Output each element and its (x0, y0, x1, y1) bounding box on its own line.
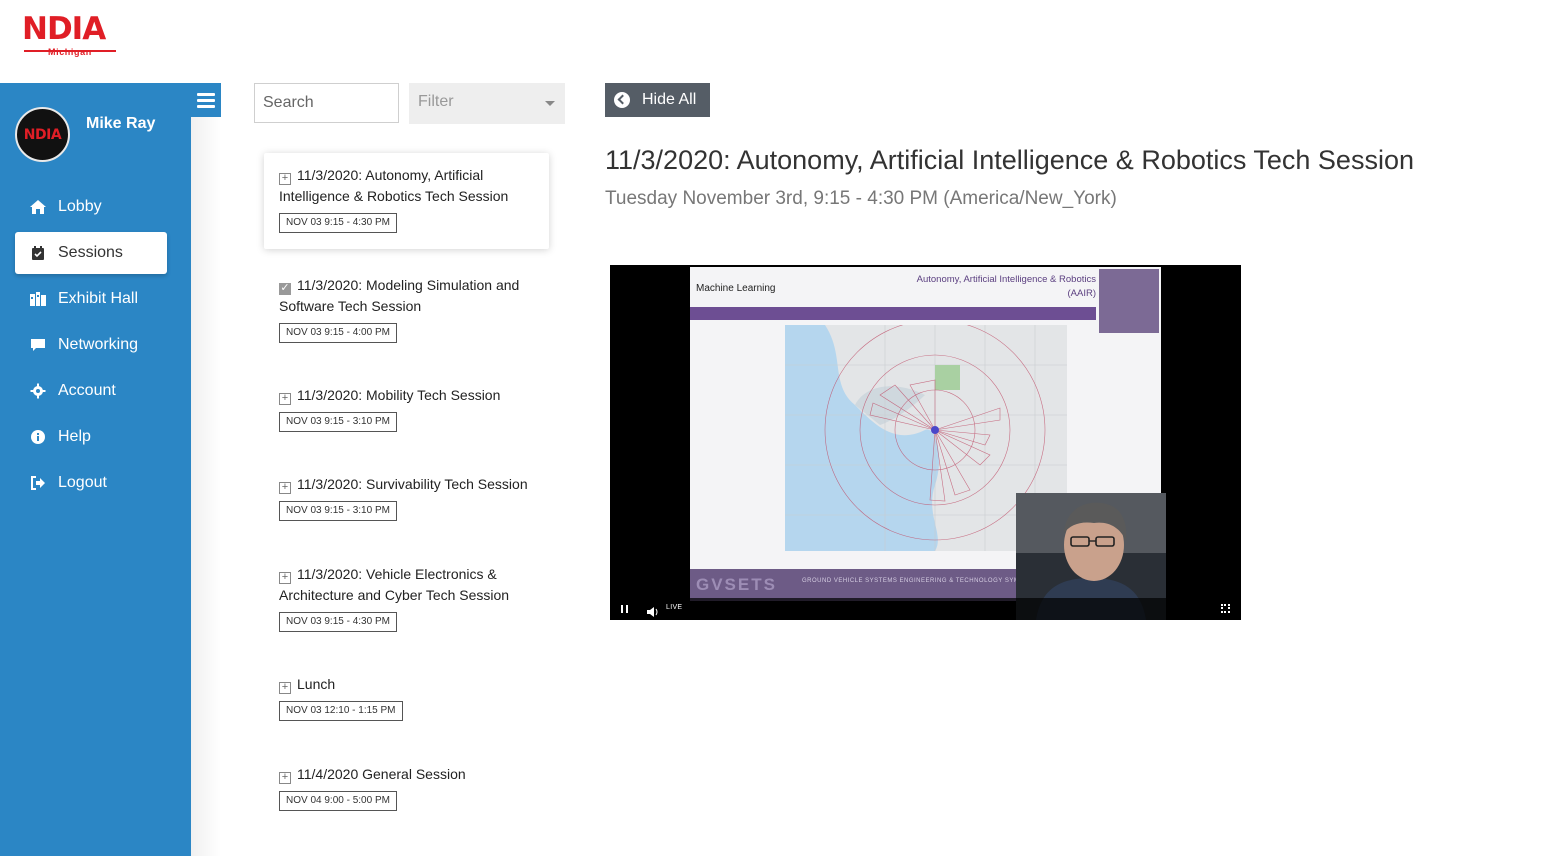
session-item[interactable]: +11/3/2020: Vehicle Electronics & Archit… (264, 552, 549, 649)
session-time-badge: NOV 03 9:15 - 4:00 PM (279, 323, 397, 343)
session-item[interactable]: +11/4/2020 General Session NOV 04 9:00 -… (264, 752, 549, 829)
volume-icon[interactable] (647, 604, 659, 617)
session-title-row: +11/3/2020: Autonomy, Artificial Intelli… (279, 165, 534, 207)
sidebar-item-label: Sessions (58, 244, 123, 261)
session-time-badge: NOV 03 9:15 - 3:10 PM (279, 501, 397, 521)
session-title-row: ✓ 11/3/2020: Modeling Simulation and Soft… (279, 275, 534, 317)
booth-icon (28, 289, 48, 309)
sidebar-item-sessions[interactable]: Sessions (15, 232, 167, 274)
video-controls: LIVE (610, 598, 1241, 620)
session-time-badge: NOV 03 9:15 - 3:10 PM (279, 412, 397, 432)
sidebar-item-label: Account (58, 382, 116, 399)
session-title-row: +11/3/2020: Mobility Tech Session (279, 385, 534, 406)
calendar-check-icon (28, 243, 48, 263)
checked-icon[interactable]: ✓ (279, 283, 291, 295)
session-title: 11/4/2020 General Session (297, 766, 466, 782)
slide-footer-text: GROUND VEHICLE SYSTEMS ENGINEERING & TEC… (802, 578, 1046, 584)
session-title-row: +11/3/2020: Survivability Tech Session (279, 474, 534, 495)
chat-icon (28, 335, 48, 355)
session-item[interactable]: +11/3/2020: Mobility Tech Session NOV 03… (264, 373, 549, 449)
slide-footer-brand: GVSETS (696, 575, 777, 594)
expand-icon[interactable]: + (279, 772, 291, 784)
expand-icon[interactable]: + (279, 682, 291, 694)
pause-icon[interactable] (621, 605, 628, 613)
expand-icon[interactable]: + (279, 482, 291, 494)
chevron-left-circle-icon (614, 92, 630, 108)
user-name: Mike Ray (86, 115, 156, 132)
sidebar-item-networking[interactable]: Networking (15, 324, 167, 366)
expand-icon[interactable]: + (279, 572, 291, 584)
session-time-badge: NOV 03 9:15 - 4:30 PM (279, 612, 397, 632)
sidebar-item-account[interactable]: Account (15, 370, 167, 412)
logout-icon (28, 473, 48, 493)
page-title: 11/3/2020: Autonomy, Artificial Intellig… (605, 145, 1414, 175)
live-badge: LIVE (666, 604, 683, 611)
session-title: 11/3/2020: Mobility Tech Session (297, 387, 501, 403)
filter-select[interactable]: Filter (409, 83, 565, 124)
slide-banner (690, 307, 1096, 320)
logo-brand: NDIA (22, 11, 106, 47)
slide-header-line2: (AAIR) (1067, 288, 1097, 299)
session-title: 11/3/2020: Autonomy, Artificial Intellig… (279, 167, 509, 204)
slide-header: Autonomy, Artificial Intelligence & Robo… (917, 273, 1096, 301)
fullscreen-icon[interactable] (1221, 604, 1230, 613)
user-profile: NDIA Mike Ray (15, 107, 185, 165)
home-icon (28, 197, 48, 217)
ndia-logo: NDIA Michigan (22, 12, 118, 60)
session-item[interactable]: +11/3/2020: Autonomy, Artificial Intelli… (264, 153, 549, 249)
sidebar-item-label: Exhibit Hall (58, 290, 139, 307)
sidebar-nav: Lobby Sessions Exhibit Hall Networking A… (15, 186, 167, 508)
session-title: 11/3/2020: Modeling Simulation and Softw… (279, 277, 520, 314)
session-datetime: Tuesday November 3rd, 9:15 - 4:30 PM (Am… (605, 188, 1117, 209)
gear-icon (28, 381, 48, 401)
slide-header-line1: Autonomy, Artificial Intelligence & Robo… (916, 274, 1096, 285)
session-time-badge: NOV 04 9:00 - 5:00 PM (279, 791, 397, 811)
hide-all-button[interactable]: Hide All (605, 83, 710, 117)
sidebar-item-label: Help (58, 428, 91, 445)
video-player[interactable]: Machine Learning Autonomy, Artificial In… (610, 265, 1241, 620)
session-title-row: +11/4/2020 General Session (279, 764, 534, 785)
sidebar-item-exhibit-hall[interactable]: Exhibit Hall (15, 278, 167, 320)
sidebar-item-label: Networking (58, 336, 139, 353)
sidebar-item-logout[interactable]: Logout (15, 462, 167, 504)
sidebar-shadow (191, 83, 221, 856)
session-title: Lunch (297, 676, 336, 692)
session-title-row: +11/3/2020: Vehicle Electronics & Archit… (279, 564, 534, 606)
session-title: 11/3/2020: Survivability Tech Session (297, 476, 528, 492)
search-input[interactable] (254, 83, 399, 123)
sidebar-item-help[interactable]: Help (15, 416, 167, 458)
session-item[interactable]: +11/3/2020: Survivability Tech Session N… (264, 462, 549, 539)
info-icon (28, 427, 48, 447)
slide-section-label: Machine Learning (696, 283, 776, 294)
filter-placeholder: Filter (418, 93, 454, 110)
session-item[interactable]: + Lunch NOV 03 12:10 - 1:15 PM (264, 662, 549, 739)
menu-toggle-icon[interactable] (191, 83, 221, 117)
session-item[interactable]: ✓ 11/3/2020: Modeling Simulation and Soft… (264, 263, 549, 360)
session-time-badge: NOV 03 9:15 - 4:30 PM (279, 213, 397, 233)
session-title-row: + Lunch (279, 674, 534, 695)
avatar: NDIA (15, 107, 70, 162)
sidebar-item-lobby[interactable]: Lobby (15, 186, 167, 228)
session-list: +11/3/2020: Autonomy, Artificial Intelli… (264, 153, 549, 829)
logo-subtitle: Michigan (48, 47, 92, 57)
avatar-logo-text: NDIA (23, 126, 62, 143)
chevron-down-icon (545, 101, 555, 106)
hide-all-label: Hide All (642, 91, 697, 108)
expand-icon[interactable]: + (279, 393, 291, 405)
session-time-badge: NOV 03 12:10 - 1:15 PM (279, 701, 403, 721)
session-title: 11/3/2020: Vehicle Electronics & Archite… (279, 566, 510, 603)
sidebar-item-label: Lobby (58, 198, 102, 215)
sidebar-item-label: Logout (58, 474, 107, 491)
slide-photo (1099, 269, 1159, 333)
expand-icon[interactable]: + (279, 173, 291, 185)
